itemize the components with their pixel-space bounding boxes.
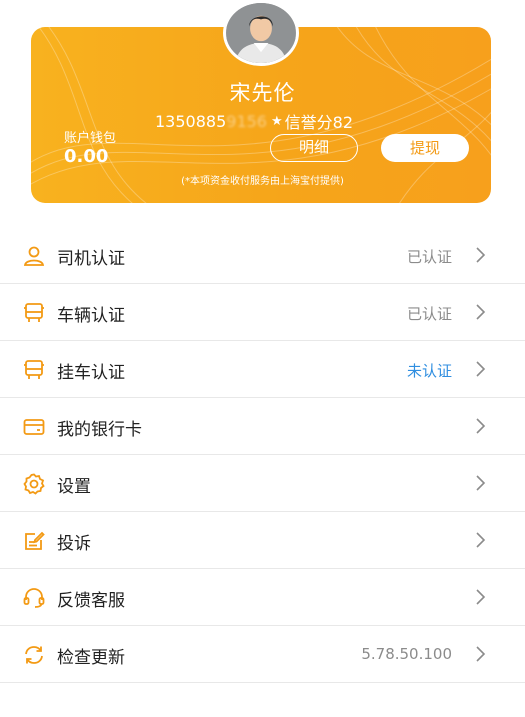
status-badge: 未认证 — [406, 362, 452, 380]
menu-item-bank-card[interactable]: 我的银行卡 — [0, 398, 525, 455]
chevron-right-icon — [475, 588, 487, 606]
gear-icon — [22, 472, 46, 496]
complaint-icon — [22, 529, 46, 553]
menu-item-label: 车辆认证 — [57, 306, 125, 326]
detail-button[interactable]: 明细 — [270, 134, 358, 162]
refresh-icon — [22, 643, 46, 667]
credit-score: 信誉分82 — [284, 113, 354, 132]
avatar[interactable] — [223, 0, 299, 66]
wallet-balance: 0.00 — [64, 146, 109, 167]
status-badge: 已认证 — [406, 305, 452, 323]
menu-item-complaint[interactable]: 投诉 — [0, 512, 525, 569]
menu-list: 司机认证 已认证 车辆认证 已认证 挂车认证 未认证 我的银行卡 设置 投诉 反… — [0, 227, 525, 683]
chevron-right-icon — [475, 417, 487, 435]
menu-item-customer-service[interactable]: 反馈客服 — [0, 569, 525, 626]
menu-item-label: 我的银行卡 — [57, 420, 142, 440]
chevron-right-icon — [475, 360, 487, 378]
driver-icon — [22, 244, 46, 268]
chevron-right-icon — [475, 531, 487, 549]
app-version: 5.78.50.100 — [361, 645, 452, 663]
menu-item-vehicle-verification[interactable]: 车辆认证 已认证 — [0, 284, 525, 341]
wallet-label: 账户钱包 — [64, 131, 117, 146]
avatar-person-icon — [226, 3, 296, 63]
menu-item-settings[interactable]: 设置 — [0, 455, 525, 512]
chevron-right-icon — [475, 645, 487, 663]
chevron-right-icon — [475, 246, 487, 264]
menu-item-trailer-verification[interactable]: 挂车认证 未认证 — [0, 341, 525, 398]
headset-icon — [22, 586, 46, 610]
menu-item-label: 检查更新 — [57, 648, 125, 668]
phone-number-masked: 9156 — [226, 111, 267, 131]
user-name: 宋先伦 — [229, 81, 296, 105]
trailer-icon — [22, 358, 46, 382]
menu-item-label: 反馈客服 — [57, 591, 125, 611]
menu-item-check-update[interactable]: 检查更新 5.78.50.100 — [0, 626, 525, 683]
withdraw-button[interactable]: 提现 — [381, 134, 469, 162]
status-badge: 已认证 — [406, 248, 452, 266]
menu-item-driver-verification[interactable]: 司机认证 已认证 — [0, 227, 525, 284]
phone-credit-row: 1350885 9156 ★ 信誉分82 — [155, 109, 353, 133]
chevron-right-icon — [475, 303, 487, 321]
star-icon: ★ — [270, 113, 283, 129]
service-note: (*本项资金收付服务由上海宝付提供) — [181, 176, 344, 187]
menu-item-label: 设置 — [57, 477, 91, 497]
menu-item-label: 司机认证 — [57, 249, 125, 269]
menu-item-label: 挂车认证 — [57, 363, 125, 383]
menu-item-label: 投诉 — [57, 534, 91, 554]
profile-page: 宋先伦 1350885 9156 ★ 信誉分82 账户钱包 0.00 明细 提现… — [0, 0, 525, 717]
phone-number: 1350885 — [155, 111, 227, 131]
chevron-right-icon — [475, 474, 487, 492]
bank-card-icon — [22, 415, 46, 439]
truck-icon — [22, 301, 46, 325]
